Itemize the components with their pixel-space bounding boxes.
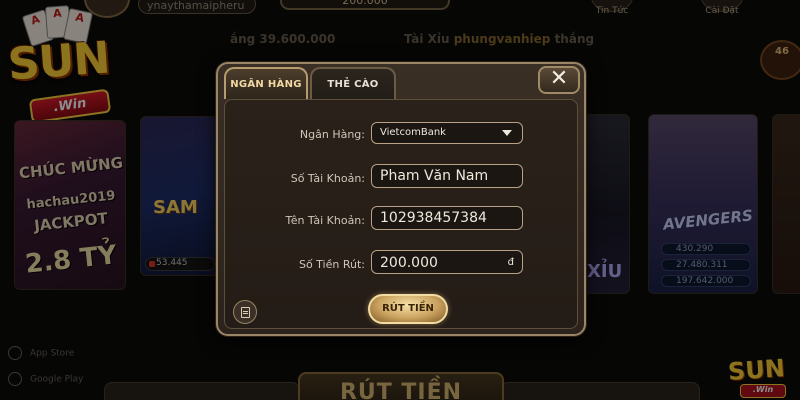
bank-label: Ngân Hàng:	[299, 128, 365, 141]
withdraw-submit-button[interactable]: RÚT TIỀN	[368, 294, 448, 324]
tab-card[interactable]: THẺ CÀO	[310, 67, 396, 99]
currency-symbol: đ	[507, 257, 514, 268]
withdraw-dialog: NGÂN HÀNG THẺ CÀO ✕ Ngân Hàng: VietcomBa…	[216, 62, 586, 336]
chevron-down-icon	[502, 130, 512, 136]
bank-select[interactable]: VietcomBank	[371, 122, 523, 144]
account-name-input[interactable]	[371, 206, 523, 230]
close-button[interactable]: ✕	[538, 66, 580, 94]
close-icon: ✕	[549, 66, 569, 91]
transaction-history-button[interactable]	[233, 300, 257, 324]
withdraw-form: Ngân Hàng: VietcomBank Số Tài Khoản: Tên…	[224, 99, 578, 329]
amount-label: Số Tiền Rút:	[298, 258, 365, 271]
amount-value: 200.000	[380, 255, 438, 271]
tab-bank[interactable]: NGÂN HÀNG	[224, 67, 308, 99]
account-number-input[interactable]	[371, 164, 523, 188]
account-name-label: Tên Tài Khoản:	[285, 214, 365, 227]
amount-input[interactable]: 200.000 đ	[371, 250, 523, 274]
account-number-label: Số Tài Khoản:	[290, 172, 365, 185]
bank-selected-value: VietcomBank	[380, 127, 446, 138]
receipt-icon	[241, 307, 250, 318]
